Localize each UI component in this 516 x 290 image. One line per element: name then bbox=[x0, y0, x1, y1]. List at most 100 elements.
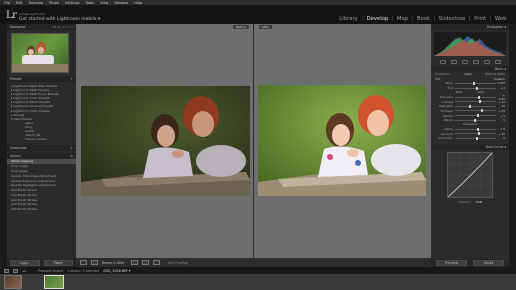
module-print[interactable]: Print bbox=[471, 16, 490, 22]
graduated-filter-icon[interactable] bbox=[472, 60, 479, 64]
channel-select[interactable]: RGB bbox=[476, 200, 482, 204]
radial-filter-icon[interactable] bbox=[483, 60, 490, 64]
treatment-bw[interactable]: Black & White bbox=[485, 72, 505, 76]
wb-select[interactable]: Custom bbox=[494, 77, 505, 81]
slider-knob[interactable] bbox=[476, 86, 479, 90]
menu-develop[interactable]: Develop bbox=[29, 1, 43, 5]
swap-icon[interactable] bbox=[152, 260, 160, 265]
menu-edit[interactable]: Edit bbox=[16, 1, 23, 5]
slider-value[interactable]: + 12 bbox=[496, 100, 505, 104]
slider-track[interactable] bbox=[455, 81, 496, 85]
slider-track[interactable] bbox=[455, 132, 496, 136]
add-snapshot-icon[interactable]: + bbox=[70, 146, 73, 150]
slider-knob[interactable] bbox=[475, 136, 478, 140]
slider-knob[interactable] bbox=[481, 109, 484, 113]
slider-value[interactable]: + 8 bbox=[496, 127, 505, 131]
slider-track[interactable] bbox=[455, 86, 496, 90]
left-panel-edge[interactable] bbox=[0, 24, 7, 267]
tone-curve-graph[interactable] bbox=[447, 151, 493, 198]
before-after-view-icon[interactable] bbox=[91, 260, 98, 265]
slider-track[interactable] bbox=[455, 104, 496, 108]
slider-knob[interactable] bbox=[477, 132, 480, 136]
slider-value[interactable]: - 36 bbox=[496, 104, 505, 108]
filmstrip-thumbnail[interactable] bbox=[4, 275, 22, 289]
slider-value[interactable]: + 10 bbox=[496, 132, 505, 136]
slider-track[interactable] bbox=[455, 95, 496, 99]
back-arrow-icon[interactable]: ◂ ▸ bbox=[22, 269, 26, 273]
slider-track[interactable] bbox=[455, 118, 496, 122]
soft-proofing-toggle[interactable]: Soft Proofing bbox=[168, 261, 188, 265]
copy-after-to-before-icon[interactable] bbox=[141, 260, 149, 265]
slider-knob[interactable] bbox=[473, 81, 476, 85]
slider-knob[interactable] bbox=[477, 127, 480, 131]
slider-track[interactable] bbox=[455, 136, 496, 140]
slider-knob[interactable] bbox=[477, 95, 480, 99]
menu-window[interactable]: Window bbox=[114, 1, 128, 5]
slider-value[interactable]: - 5 bbox=[496, 118, 505, 122]
module-map[interactable]: Map bbox=[394, 16, 412, 22]
histogram-header[interactable]: Histogram ◂ bbox=[431, 24, 509, 30]
add-preset-icon[interactable]: + bbox=[70, 77, 73, 81]
module-book[interactable]: Book bbox=[413, 16, 433, 22]
secondary-display-icon[interactable] bbox=[4, 268, 9, 273]
loupe-view-icon[interactable] bbox=[80, 260, 87, 265]
adjustment-brush-icon[interactable] bbox=[494, 60, 501, 64]
filmstrip-thumbnail[interactable] bbox=[44, 275, 64, 289]
module-slideshow[interactable]: Slideshow bbox=[435, 16, 469, 22]
user-preset[interactable]: Flower contain bbox=[11, 137, 72, 141]
menu-help[interactable]: Help bbox=[134, 1, 142, 5]
history-step[interactable]: Add Brush Stroke bbox=[7, 207, 76, 212]
module-develop[interactable]: Develop bbox=[363, 16, 392, 22]
tone-auto-button[interactable]: Auto bbox=[477, 90, 484, 94]
slider-track[interactable] bbox=[455, 100, 496, 104]
module-library[interactable]: Library bbox=[336, 16, 362, 22]
red-eye-icon[interactable] bbox=[461, 60, 468, 64]
navigator-zoom[interactable]: FIT FILL 1:1 3:1 ▾ bbox=[53, 26, 73, 29]
slider-value[interactable]: 0 bbox=[496, 136, 505, 140]
slider-value[interactable]: + 4 bbox=[496, 86, 505, 90]
histogram[interactable] bbox=[434, 32, 506, 56]
module-web[interactable]: Web bbox=[491, 16, 510, 22]
basic-title: Basic ◂ bbox=[494, 67, 506, 71]
slider-saturation[interactable]: Saturation 0 bbox=[431, 136, 509, 141]
get-started-link[interactable]: Get started with Lightroom mobile ▾ bbox=[19, 17, 100, 22]
channel-row: Channel : RGB bbox=[431, 200, 509, 205]
menu-settings[interactable]: Settings bbox=[65, 1, 79, 5]
menu-view[interactable]: View bbox=[100, 1, 108, 5]
navigator-preview[interactable] bbox=[11, 33, 69, 73]
slider-track[interactable] bbox=[455, 109, 496, 113]
menu-photo[interactable]: Photo bbox=[49, 1, 59, 5]
source-label[interactable]: Previous Import bbox=[38, 269, 63, 273]
slider-track[interactable] bbox=[455, 127, 496, 131]
before-photo[interactable] bbox=[81, 86, 250, 196]
spot-removal-icon[interactable] bbox=[450, 60, 457, 64]
menu-tools[interactable]: Tools bbox=[85, 1, 94, 5]
history-title: History bbox=[10, 154, 22, 159]
copy-before-to-after-icon[interactable] bbox=[130, 260, 138, 265]
slider-knob[interactable] bbox=[469, 104, 472, 108]
navigator-header[interactable]: Navigator FIT FILL 1:1 3:1 ▾ bbox=[7, 24, 76, 30]
tone-curve-header[interactable]: Tone Curve ◂ bbox=[431, 143, 509, 150]
slider-knob[interactable] bbox=[478, 100, 481, 104]
treatment-color[interactable]: Color bbox=[465, 72, 472, 76]
previous-button[interactable]: Previous bbox=[436, 260, 467, 266]
right-panel-edge[interactable] bbox=[509, 24, 516, 267]
slider-value[interactable]: + 5 bbox=[496, 114, 505, 118]
slider-track[interactable] bbox=[455, 114, 496, 118]
slider-value[interactable]: 4,700 bbox=[496, 81, 505, 85]
paste-button[interactable]: Paste bbox=[43, 260, 73, 266]
filename[interactable]: /DSC_5026.NEF ▾ bbox=[103, 269, 130, 273]
grid-icon[interactable] bbox=[13, 268, 18, 273]
slider-value[interactable]: + 29 bbox=[496, 109, 505, 113]
slider-knob[interactable] bbox=[474, 118, 477, 122]
snapshots-header[interactable]: Snapshots + bbox=[7, 145, 76, 152]
right-panel-buttons: Previous Reset bbox=[431, 259, 509, 267]
before-after-mode[interactable]: Before & After : bbox=[102, 261, 127, 265]
menu-file[interactable]: File bbox=[4, 1, 10, 5]
crop-tool-icon[interactable] bbox=[439, 60, 446, 64]
after-photo[interactable] bbox=[258, 85, 426, 196]
clear-history-icon[interactable]: × bbox=[70, 154, 73, 158]
copy-button[interactable]: Copy... bbox=[10, 260, 40, 266]
reset-button[interactable]: Reset bbox=[473, 260, 504, 266]
slider-knob[interactable] bbox=[476, 114, 479, 118]
